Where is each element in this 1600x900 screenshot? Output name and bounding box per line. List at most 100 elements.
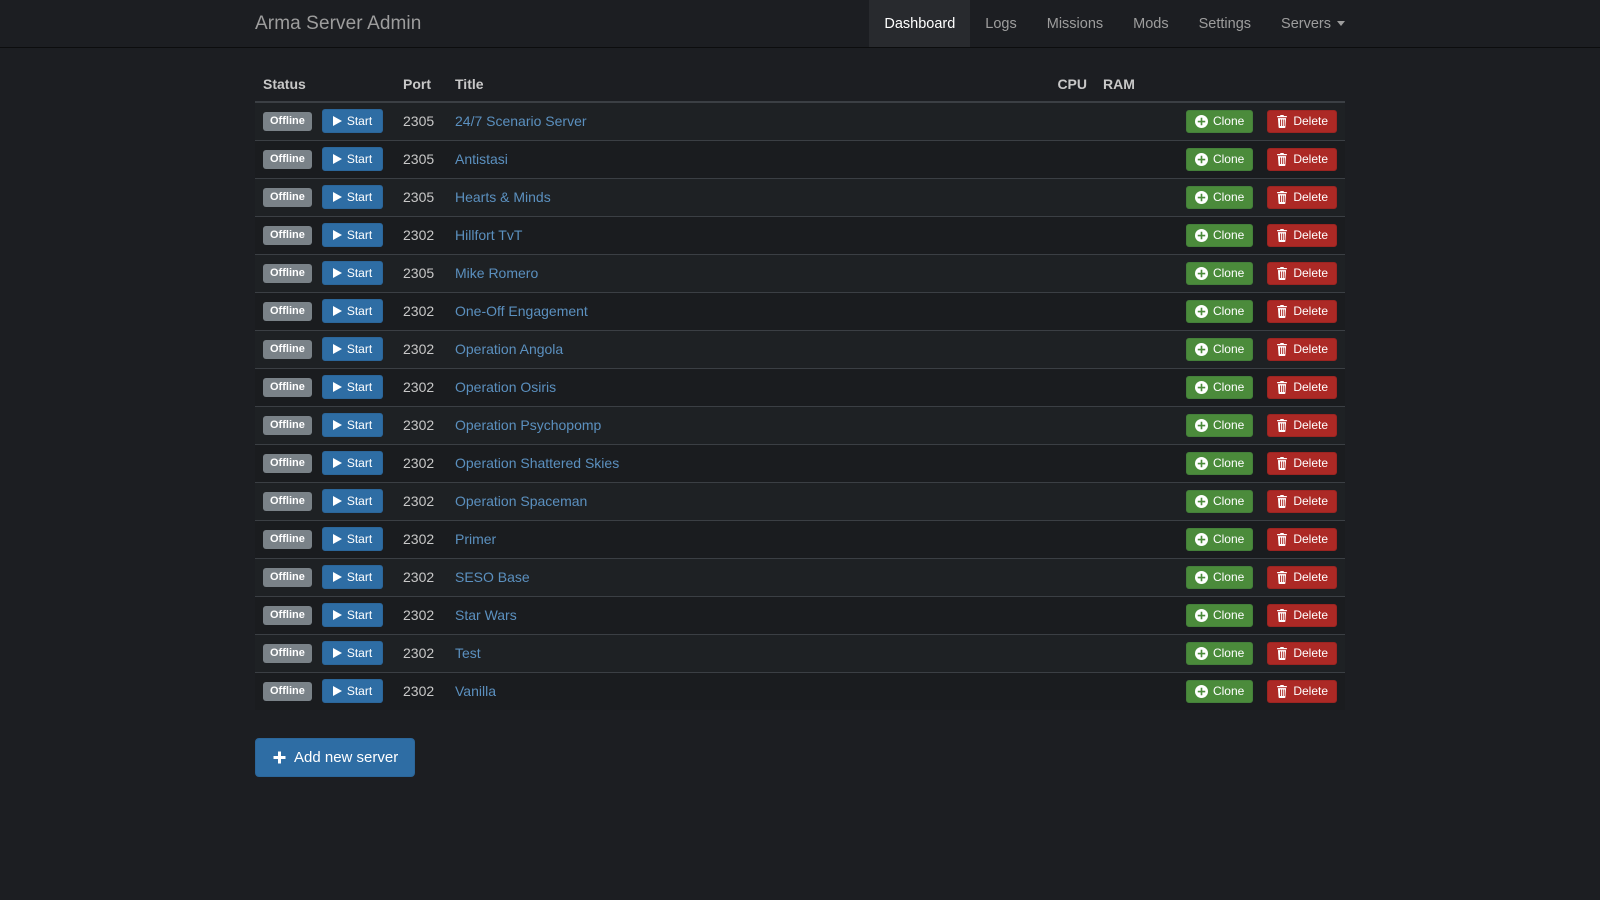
clone-server-button[interactable]: Clone: [1185, 565, 1254, 589]
server-title-link[interactable]: Antistasi: [455, 151, 508, 167]
clone-server-button[interactable]: Clone: [1185, 261, 1254, 285]
clone-server-button[interactable]: Clone: [1185, 451, 1254, 475]
delete-server-button[interactable]: Delete: [1267, 641, 1337, 665]
delete-server-button[interactable]: Delete: [1267, 109, 1337, 133]
clone-server-button[interactable]: Clone: [1185, 223, 1254, 247]
clone-server-button[interactable]: Clone: [1185, 641, 1254, 665]
start-server-button[interactable]: Start: [321, 223, 384, 247]
server-title-link[interactable]: SESO Base: [455, 569, 530, 585]
nav-item-logs[interactable]: Logs: [970, 0, 1031, 47]
start-server-button[interactable]: Start: [321, 185, 384, 209]
delete-server-button[interactable]: Delete: [1267, 223, 1337, 247]
start-server-button[interactable]: Start: [321, 603, 384, 627]
delete-server-button[interactable]: Delete: [1267, 337, 1337, 361]
server-title-link[interactable]: Vanilla: [455, 683, 496, 699]
server-title-link[interactable]: One-Off Engagement: [455, 303, 588, 319]
delete-server-button[interactable]: Delete: [1267, 147, 1337, 171]
cell-ram: [1095, 329, 1145, 368]
play-icon: [332, 192, 342, 202]
clone-server-button[interactable]: Clone: [1185, 337, 1254, 361]
delete-server-button[interactable]: Delete: [1267, 451, 1337, 475]
table-body: Offline Start 2305 24/7 Scenario Server Clon…: [255, 101, 1345, 710]
start-server-button[interactable]: Start: [321, 375, 384, 399]
start-server-button[interactable]: Start: [321, 527, 384, 551]
delete-server-button[interactable]: Delete: [1267, 489, 1337, 513]
server-title-link[interactable]: Test: [455, 645, 481, 661]
add-new-server-button[interactable]: Add new server: [255, 738, 416, 777]
server-title-link[interactable]: Operation Angola: [455, 341, 563, 357]
clone-server-button[interactable]: Clone: [1185, 489, 1254, 513]
server-title-link[interactable]: Operation Psychopomp: [455, 417, 601, 433]
start-button-label: Start: [346, 456, 373, 470]
status-badge: Offline: [263, 225, 312, 245]
cell-status: Offline Start: [255, 633, 395, 672]
delete-server-button[interactable]: Delete: [1267, 299, 1337, 323]
server-title-link[interactable]: Hearts & Minds: [455, 189, 551, 205]
table-row: Offline Start 2305 Antistasi Clone Delete: [255, 139, 1345, 178]
brand-title[interactable]: Arma Server Admin: [240, 0, 436, 47]
start-button-label: Start: [346, 228, 373, 242]
delete-server-button[interactable]: Delete: [1267, 527, 1337, 551]
server-title-link[interactable]: Primer: [455, 531, 496, 547]
server-title-link[interactable]: Hillfort TvT: [455, 227, 522, 243]
delete-server-button[interactable]: Delete: [1267, 261, 1337, 285]
server-title-link[interactable]: 24/7 Scenario Server: [455, 113, 587, 129]
clone-server-button[interactable]: Clone: [1185, 603, 1254, 627]
start-server-button[interactable]: Start: [321, 413, 384, 437]
delete-server-button[interactable]: Delete: [1267, 185, 1337, 209]
table-row: Offline Start 2302 Operation Spaceman Clone D…: [255, 481, 1345, 520]
nav-item-servers[interactable]: Servers: [1266, 0, 1360, 47]
status-badge: Offline: [263, 681, 312, 701]
server-title-link[interactable]: Mike Romero: [455, 265, 538, 281]
start-button-label: Start: [346, 190, 373, 204]
delete-server-button[interactable]: Delete: [1267, 679, 1337, 703]
start-button-label: Start: [346, 152, 373, 166]
play-icon: [332, 116, 342, 127]
clone-server-button[interactable]: Clone: [1185, 679, 1254, 703]
delete-server-button[interactable]: Delete: [1267, 603, 1337, 627]
delete-server-button[interactable]: Delete: [1267, 413, 1337, 437]
delete-button-label: Delete: [1293, 494, 1328, 508]
start-server-button[interactable]: Start: [321, 451, 384, 475]
clone-server-button[interactable]: Clone: [1185, 185, 1254, 209]
start-server-button[interactable]: Start: [321, 489, 384, 513]
status-badge: Offline: [263, 301, 312, 321]
delete-button-label: Delete: [1293, 114, 1328, 129]
clone-server-button[interactable]: Clone: [1185, 109, 1254, 133]
start-server-button[interactable]: Start: [321, 679, 384, 704]
status-badge: Offline: [263, 149, 312, 169]
column-header-title: Title: [447, 68, 1050, 103]
start-server-button[interactable]: Start: [321, 147, 384, 171]
table-row: Offline Start 2302 SESO Base Clone Delete: [255, 557, 1345, 596]
column-header-actions: [1145, 68, 1345, 103]
delete-server-button[interactable]: Delete: [1267, 375, 1337, 399]
server-title-link[interactable]: Operation Spaceman: [455, 493, 587, 509]
nav-item-dashboard[interactable]: Dashboard: [869, 0, 971, 47]
nav-item-missions[interactable]: Missions: [1032, 0, 1118, 47]
trash-icon: [1276, 494, 1288, 508]
delete-server-button[interactable]: Delete: [1267, 565, 1337, 589]
start-server-button[interactable]: Start: [321, 109, 384, 134]
clone-server-button[interactable]: Clone: [1185, 413, 1254, 437]
server-title-link[interactable]: Operation Shattered Skies: [455, 455, 619, 471]
clone-server-button[interactable]: Clone: [1185, 375, 1254, 399]
server-title-link[interactable]: Operation Osiris: [455, 379, 556, 395]
clone-server-button[interactable]: Clone: [1185, 527, 1254, 551]
clone-button-label: Clone: [1212, 380, 1245, 394]
start-server-button[interactable]: Start: [321, 299, 384, 323]
cell-status: Offline Start: [255, 215, 395, 254]
nav-item-settings[interactable]: Settings: [1184, 0, 1266, 47]
play-icon: [332, 572, 342, 582]
start-server-button[interactable]: Start: [321, 261, 384, 285]
nav-item-mods[interactable]: Mods: [1118, 0, 1183, 47]
clone-server-button[interactable]: Clone: [1185, 299, 1254, 323]
start-server-button[interactable]: Start: [321, 565, 384, 589]
delete-button-label: Delete: [1293, 532, 1328, 546]
play-icon: [332, 154, 342, 164]
cell-actions: Clone Delete: [1145, 329, 1345, 368]
clone-server-button[interactable]: Clone: [1185, 147, 1254, 171]
start-server-button[interactable]: Start: [321, 337, 384, 361]
server-title-link[interactable]: Star Wars: [455, 607, 517, 623]
start-server-button[interactable]: Start: [321, 641, 384, 665]
cell-cpu: [1049, 329, 1095, 368]
